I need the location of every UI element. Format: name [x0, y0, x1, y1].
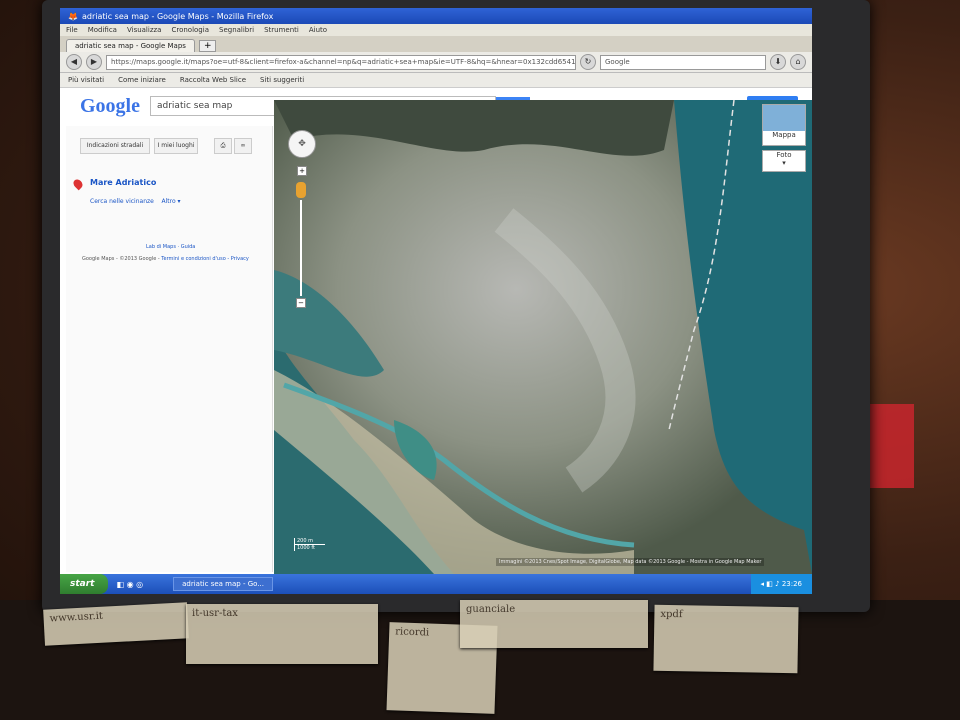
quick-launch-icons[interactable]: ◧ ◉ ◎: [116, 580, 143, 589]
tab-maps[interactable]: adriatic sea map - Google Maps: [66, 39, 195, 52]
pegman-icon[interactable]: [296, 182, 306, 198]
monitor-screen: 🦊 adriatic sea map - Google Maps - Mozil…: [60, 8, 812, 594]
attribution-text: Immagini ©2013 Cnes/Spot Image, DigitalG…: [499, 559, 689, 565]
zoom-out-button[interactable]: −: [296, 298, 306, 308]
sticky-note: it-usr-tax: [186, 604, 378, 664]
menu-help[interactable]: Aiuto: [309, 26, 327, 34]
bookmarks-toolbar: Più visitati Come iniziare Raccolta Web …: [60, 73, 812, 88]
map-scale: 200 m 1000 ft: [294, 538, 325, 551]
scale-imperial: 1000 ft: [294, 545, 325, 551]
terms-link[interactable]: Termini e condizioni d'uso - Privacy: [161, 256, 249, 262]
place-actions: Cerca nelle vicinanze Altro ▾: [90, 198, 181, 205]
taskbar-firefox-item[interactable]: adriatic sea map - Go...: [173, 577, 273, 591]
satellite-imagery: [274, 100, 812, 574]
link-icon[interactable]: ∞: [234, 138, 252, 154]
sticky-note: guanciale: [460, 600, 648, 648]
copyright-text: Google Maps - ©2013 Google -: [82, 256, 160, 262]
place-marker-icon: [71, 177, 85, 191]
bookmark-getting-started[interactable]: Come iniziare: [118, 76, 166, 84]
pan-control-icon[interactable]: ✥: [288, 130, 316, 158]
url-input[interactable]: https://maps.google.it/maps?oe=utf-8&cli…: [106, 54, 576, 70]
window-title: adriatic sea map - Google Maps - Mozilla…: [81, 11, 274, 21]
menu-tools[interactable]: Strumenti: [264, 26, 299, 34]
satellite-map[interactable]: ✥ + − Mappa Foto ▾ 200 m 1000 ft Immagin…: [274, 100, 812, 574]
scale-metric: 200 m: [294, 538, 325, 545]
sidebar-footer: Google Maps - ©2013 Google - Termini e c…: [82, 256, 249, 262]
bookmark-suggested-sites[interactable]: Siti suggeriti: [260, 76, 304, 84]
menu-file[interactable]: File: [66, 26, 78, 34]
chevron-down-icon: ▾: [177, 198, 181, 205]
maps-lab-link[interactable]: Lab di Maps · Guida: [146, 244, 195, 250]
my-places-button[interactable]: I miei luoghi: [154, 138, 198, 154]
directions-button[interactable]: Indicazioni stradali: [80, 138, 150, 154]
print-icon[interactable]: ⎙: [214, 138, 232, 154]
more-link[interactable]: Altro: [161, 198, 175, 205]
map-maker-link[interactable]: Mostra in Google Map Maker: [690, 559, 761, 565]
results-sidebar: Indicazioni stradali I miei luoghi ⎙ ∞ M…: [66, 126, 273, 572]
download-icon[interactable]: ⬇: [770, 54, 786, 70]
system-tray: ◂ ◧ ♪ 23:26: [750, 574, 812, 594]
windows-taskbar: start ◧ ◉ ◎ adriatic sea map - Go... ◂ ◧…: [60, 574, 812, 594]
forward-button[interactable]: ▶: [86, 54, 102, 70]
menu-bookmarks[interactable]: Segnalibri: [219, 26, 254, 34]
map-thumbnail: [763, 105, 805, 131]
menu-edit[interactable]: Modifica: [88, 26, 117, 34]
map-type-label: Mappa: [772, 131, 796, 139]
clock: 23:26: [781, 580, 802, 588]
photo-type-label: Foto: [776, 151, 792, 159]
chevron-down-icon: ▾: [782, 159, 786, 167]
map-attribution: Immagini ©2013 Cnes/Spot Image, DigitalG…: [496, 558, 765, 566]
google-logo-text: Google: [80, 94, 140, 117]
sticky-note: xpdf: [653, 604, 799, 674]
tab-bar: adriatic sea map - Google Maps +: [60, 36, 812, 52]
sticky-note: www.usr.it: [43, 602, 189, 646]
menu-view[interactable]: Visualizza: [127, 26, 161, 34]
bookmark-most-visited[interactable]: Più visitati: [68, 76, 104, 84]
place-title[interactable]: Mare Adriatico: [90, 178, 156, 187]
bookmark-web-slice[interactable]: Raccolta Web Slice: [180, 76, 246, 84]
browser-search-input[interactable]: Google: [600, 54, 766, 70]
zoom-slider[interactable]: [300, 200, 302, 296]
firefox-icon: 🦊: [68, 11, 78, 21]
google-logo[interactable]: Google: [80, 95, 140, 118]
menu-bar: File Modifica Visualizza Cronologia Segn…: [60, 24, 812, 36]
photo-type-button[interactable]: Foto ▾: [762, 150, 806, 172]
home-icon[interactable]: ⌂: [790, 54, 806, 70]
menu-history[interactable]: Cronologia: [171, 26, 209, 34]
tray-icons[interactable]: ◂ ◧ ♪: [761, 580, 782, 588]
window-titlebar: 🦊 adriatic sea map - Google Maps - Mozil…: [60, 8, 812, 24]
map-zoom-control: ✥ + −: [288, 130, 316, 308]
new-tab-button[interactable]: +: [198, 40, 217, 52]
reload-button[interactable]: ↻: [580, 54, 596, 70]
back-button[interactable]: ◀: [66, 54, 82, 70]
search-nearby-link[interactable]: Cerca nelle vicinanze: [90, 198, 154, 205]
zoom-in-button[interactable]: +: [297, 166, 307, 176]
map-type-button[interactable]: Mappa: [762, 104, 806, 146]
start-button[interactable]: start: [60, 574, 109, 594]
navigation-bar: ◀ ▶ https://maps.google.it/maps?oe=utf-8…: [60, 52, 812, 73]
